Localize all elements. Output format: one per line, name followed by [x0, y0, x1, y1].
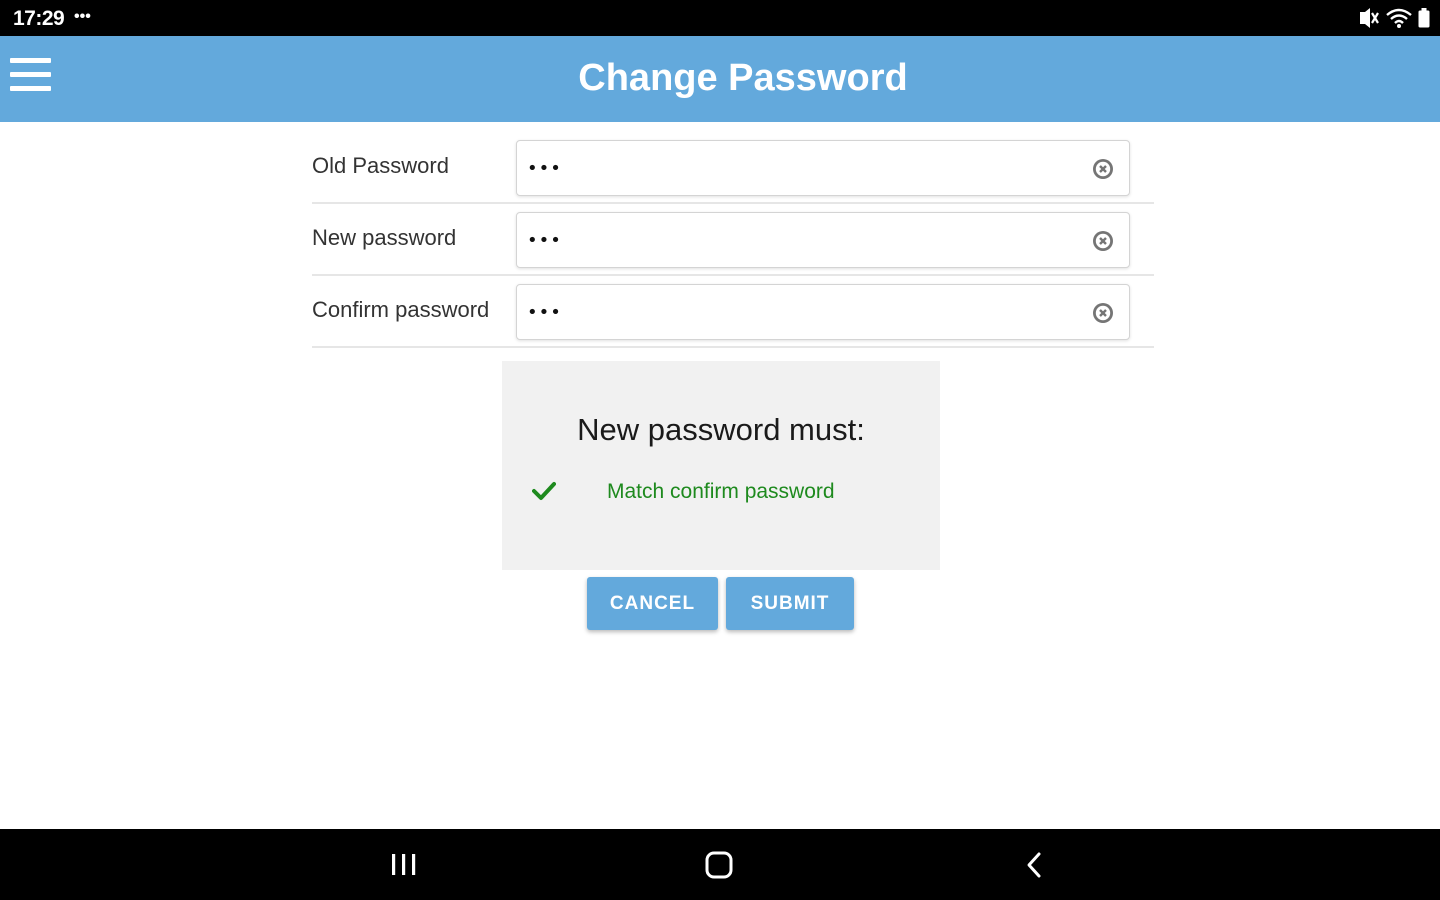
old-password-row: Old Password — [312, 132, 1154, 204]
new-password-input[interactable] — [527, 221, 1067, 259]
clear-confirm-password-icon[interactable] — [1091, 301, 1115, 325]
password-requirements-panel: New password must: Match confirm passwor… — [502, 361, 940, 570]
requirements-title: New password must: — [577, 412, 865, 447]
app-bar: Change Password — [0, 36, 1440, 122]
status-time: 17:29 — [13, 7, 65, 30]
new-password-field-box[interactable] — [516, 212, 1130, 268]
status-icons — [1358, 8, 1430, 28]
status-bar: 17:29 ••• — [0, 0, 1440, 36]
wifi-icon — [1386, 8, 1412, 28]
clear-new-password-icon[interactable] — [1091, 229, 1115, 253]
navigation-bar — [0, 829, 1440, 900]
requirement-item: Match confirm password — [502, 477, 940, 507]
requirement-text: Match confirm password — [607, 480, 835, 503]
recent-apps-icon[interactable] — [384, 845, 424, 885]
old-password-input[interactable] — [527, 149, 1067, 187]
confirm-password-field-box[interactable] — [516, 284, 1130, 340]
notification-dots: ••• — [74, 8, 91, 25]
change-password-form: Old Password New password — [312, 132, 1154, 348]
confirm-password-label: Confirm password — [312, 297, 490, 322]
cancel-button[interactable]: CANCEL — [587, 577, 718, 630]
checkmark-icon — [532, 480, 556, 502]
confirm-password-input[interactable] — [527, 293, 1067, 331]
page-title: Change Password — [578, 57, 908, 99]
clear-old-password-icon[interactable] — [1091, 157, 1115, 181]
mute-icon — [1358, 8, 1380, 28]
battery-icon — [1418, 8, 1430, 28]
confirm-password-row: Confirm password — [312, 276, 1154, 348]
submit-button[interactable]: SUBMIT — [726, 577, 854, 630]
back-icon[interactable] — [1015, 845, 1055, 885]
home-icon[interactable] — [700, 845, 740, 885]
new-password-row: New password — [312, 204, 1154, 276]
old-password-field-box[interactable] — [516, 140, 1130, 196]
old-password-label: Old Password — [312, 153, 449, 178]
new-password-label: New password — [312, 225, 457, 250]
